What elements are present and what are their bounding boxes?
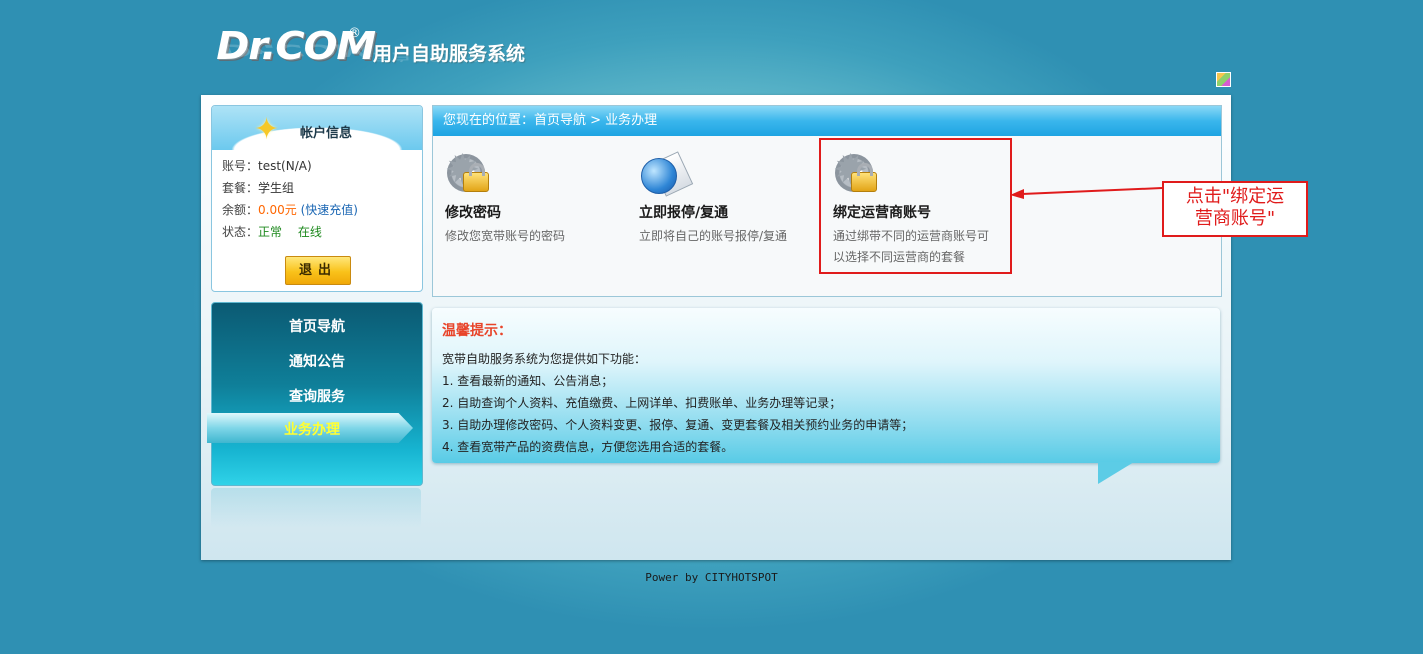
account-value: test(N/A) [258, 159, 312, 173]
tips-title: 温馨提示： [442, 323, 512, 339]
quick-recharge-link[interactable]: (快速充值) [301, 203, 358, 217]
breadcrumb: 您现在的位置：首页导航 > 业务办理 [433, 106, 1221, 136]
account-row: 账号：test(N/A) [222, 157, 312, 174]
tips-intro: 宽带自助服务系统为您提供如下功能： [442, 352, 647, 366]
tips-bubble-tail [1098, 462, 1134, 484]
system-title-reflection: 用户自助服务系统 [373, 51, 526, 62]
nav-item-query[interactable]: 查询服务 [212, 386, 422, 406]
balance-row: 余额：0.00元 (快速充值) [222, 201, 358, 218]
plan-value: 学生组 [258, 181, 295, 195]
account-info-title: 帐户信息 [300, 126, 353, 141]
balance-label: 余额： [222, 203, 259, 217]
account-info-header: ✦ 帐户信息 [212, 106, 422, 150]
online-status: 在线 [297, 225, 322, 239]
status-row: 状态：正常 在线 [222, 223, 322, 240]
globe-document-icon[interactable] [639, 151, 694, 197]
tips-line: 3. 自助办理修改密码、个人资料变更、报停、复通、变更套餐及相关预约业务的申请等… [442, 418, 914, 432]
plan-row: 套餐：学生组 [222, 179, 294, 196]
breadcrumb-text: 您现在的位置：首页导航 > 业务办理 [443, 113, 658, 128]
annotation-arrow [1010, 187, 1163, 199]
gear-lock-icon[interactable] [445, 145, 493, 196]
sidebar-nav: 首页导航 通知公告 查询服务 业务办理 [207, 302, 423, 486]
tips-line: 2. 自助查询个人资料、充值缴费、上网详单、扣费账单、业务办理等记录； [442, 396, 842, 410]
highlight-box [819, 138, 1012, 274]
plan-label: 套餐： [222, 181, 259, 195]
tips-bubble: 温馨提示： 宽带自助服务系统为您提供如下功能： 1. 查看最新的通知、公告消息；… [432, 308, 1220, 463]
registered-mark: ® [348, 26, 361, 41]
annotation-line: 营商账号" [1194, 208, 1276, 229]
account-info-panel: ✦ 帐户信息 账号：test(N/A) 套餐：学生组 余额：0.00元 (快速充… [211, 105, 423, 292]
footer-credit: Power by CITYHOTSPOT [645, 571, 778, 584]
account-label: 账号： [222, 159, 259, 173]
service-name[interactable]: 修改密码 [445, 202, 501, 222]
status-label: 状态： [222, 225, 259, 239]
service-desc: 立即将自己的账号报停/复通 [639, 229, 788, 243]
logo-reflection: Dr.COM [220, 40, 372, 60]
nav-reflection [211, 488, 421, 528]
tips-line: 1. 查看最新的通知、公告消息； [442, 374, 614, 388]
nav-item-business[interactable]: 业务办理 [212, 419, 412, 439]
tips-line: 4. 查看宽带产品的资费信息，方便您选用合适的套餐。 [442, 440, 734, 454]
service-name[interactable]: 立即报停/复通 [639, 202, 728, 222]
nav-item-home[interactable]: 首页导航 [212, 316, 422, 336]
service-desc: 修改您宽带账号的密码 [445, 229, 566, 243]
color-theme-icon[interactable] [1216, 72, 1231, 87]
nav-item-notices[interactable]: 通知公告 [212, 351, 422, 371]
status-value: 正常 [258, 225, 283, 239]
annotation-line: 点击"绑定运 [1185, 186, 1285, 207]
star-icon: ✦ [254, 112, 280, 147]
annotation-callout: 点击"绑定运 营商账号" [1162, 181, 1308, 237]
logout-button[interactable]: 退出 [285, 256, 351, 285]
balance-value: 0.00元 [258, 203, 297, 217]
